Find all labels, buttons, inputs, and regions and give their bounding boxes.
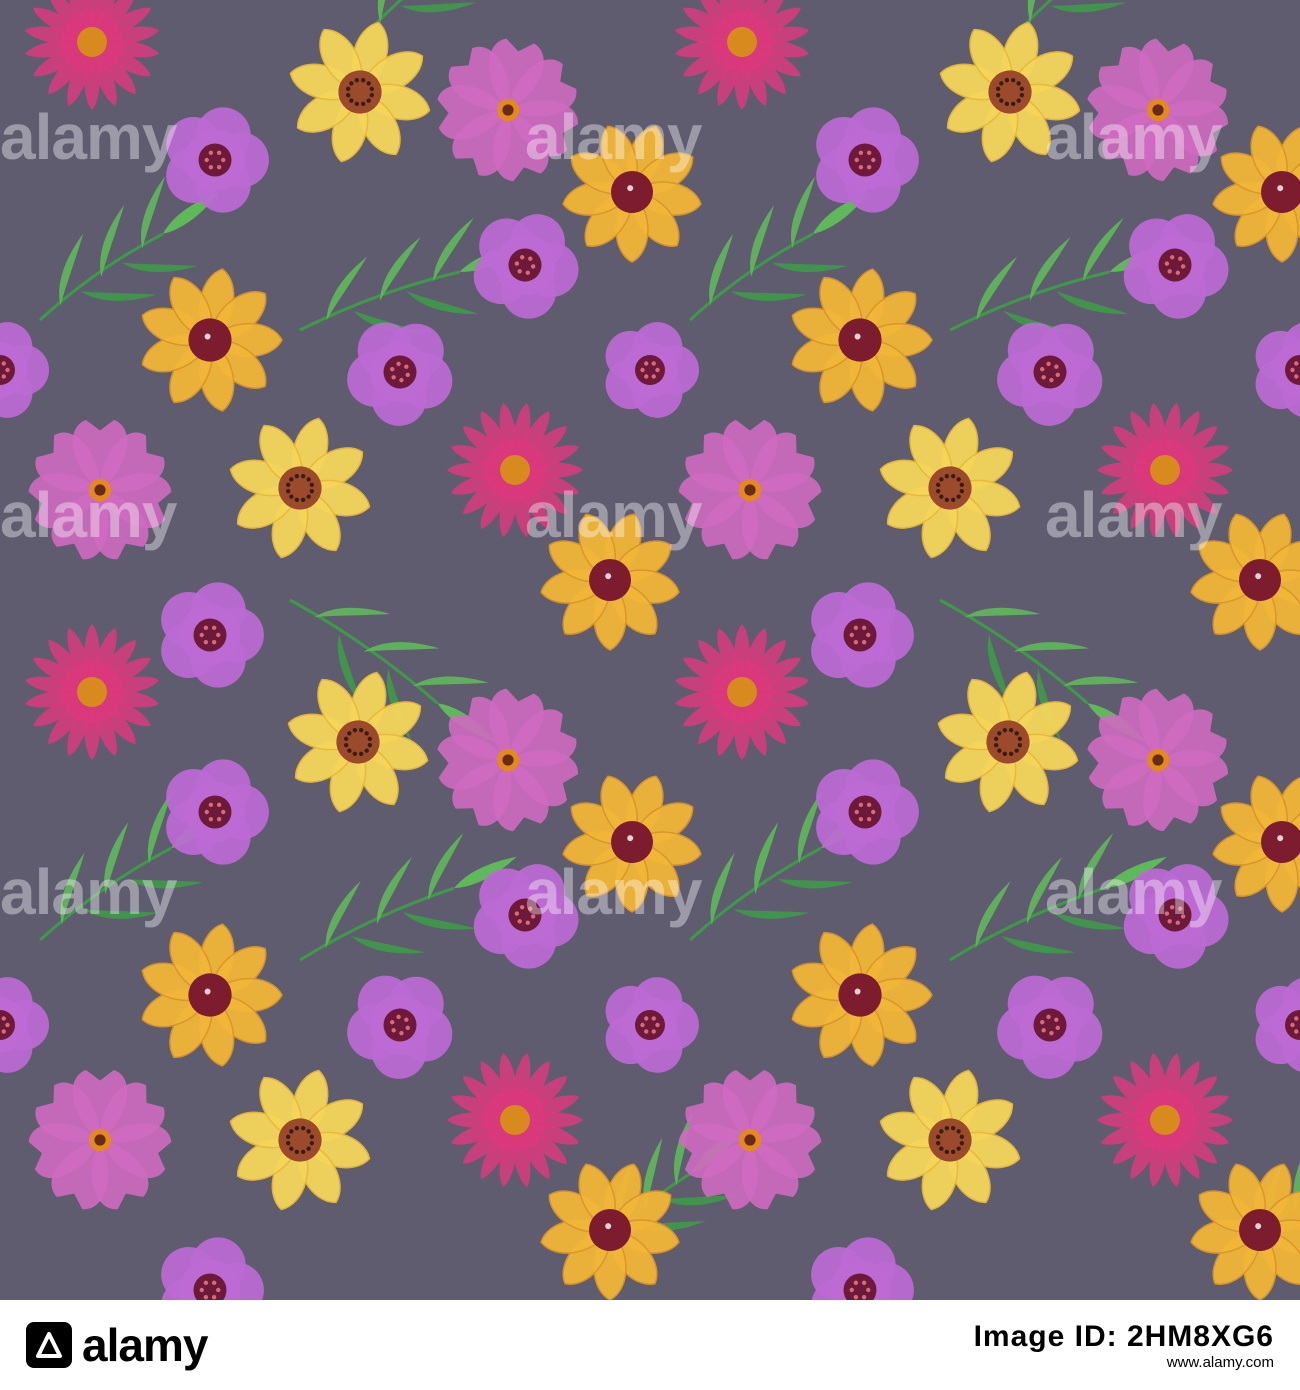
floral-pattern (0, 0, 1300, 1300)
stock-image-frame: alamy alamy alamy alamy alamy alamy alam… (0, 0, 1300, 1390)
stock-footer-bar: alamy Image ID: 2HM8XG6 www.alamy.com (0, 1300, 1300, 1390)
alamy-logo[interactable]: alamy (26, 1318, 208, 1372)
image-id-label: Image ID: 2HM8XG6 (973, 1319, 1274, 1353)
alamy-logo-text: alamy (82, 1319, 208, 1371)
image-id-block: Image ID: 2HM8XG6 www.alamy.com (974, 1320, 1274, 1371)
site-url[interactable]: www.alamy.com (974, 1354, 1274, 1371)
alamy-logo-mark-icon (26, 1322, 72, 1368)
